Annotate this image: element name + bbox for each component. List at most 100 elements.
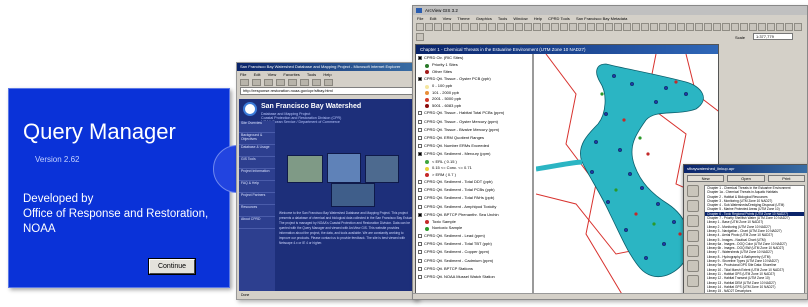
theme-checkbox[interactable] (418, 180, 422, 184)
new-button[interactable]: New (687, 175, 725, 182)
menu-metadata[interactable]: San Francisco Bay Metadata (576, 16, 627, 21)
theme-checkbox[interactable] (418, 152, 422, 157)
toolbar-tool-icon[interactable] (749, 23, 757, 31)
theme-layer[interactable]: CPRD Qtt. BPTCP Stations (416, 265, 532, 273)
menu-view[interactable]: View (443, 16, 452, 21)
theme-layer[interactable]: CPRD Qtt. ERM Quotient Ranges (416, 134, 532, 142)
theme-checkbox[interactable] (418, 144, 422, 149)
scripts-icon[interactable] (687, 245, 699, 257)
stop-icon[interactable] (264, 79, 273, 86)
theme-checkbox[interactable] (418, 56, 422, 60)
theme-checkbox[interactable] (418, 274, 422, 279)
toolbar-tool-icon[interactable] (560, 23, 568, 31)
menu-edit[interactable]: Edit (430, 16, 437, 21)
theme-layer[interactable]: CPRD Qtt. Tissue - Habitat Total PCBs (p… (416, 109, 532, 117)
theme-layer[interactable]: CPRD Qtt. Tissue - Oyster Mercury (ppm) (416, 118, 532, 126)
theme-layer[interactable]: CPRD Qtt. Sediment - Mercury (ppm) (416, 150, 532, 158)
menu-tools[interactable]: Tools (307, 72, 316, 77)
toolbar-tool-icon[interactable] (452, 23, 460, 31)
back-icon[interactable] (240, 79, 249, 86)
menu-favorites[interactable]: Favorites (283, 72, 299, 77)
layouts-icon[interactable] (687, 230, 699, 242)
charts-icon[interactable] (687, 215, 699, 227)
continue-button[interactable]: Continue (148, 258, 196, 275)
theme-layer[interactable]: CPRD Qtt. Sediment - Total PAHs (ppb) (416, 194, 532, 202)
toolbar-tool-icon[interactable] (677, 23, 685, 31)
toolbar-tool-icon[interactable] (470, 23, 478, 31)
toolbar-tool-icon[interactable] (632, 23, 640, 31)
toolbar-tool-icon[interactable] (434, 23, 442, 31)
toolbar-tool-icon[interactable] (767, 23, 775, 31)
search-icon[interactable] (300, 79, 309, 86)
theme-checkbox[interactable] (418, 127, 422, 132)
theme-layer[interactable]: CPRD Qtt. Number ERMs Exceeded (416, 142, 532, 150)
toolbar-tool-icon[interactable] (686, 23, 694, 31)
toolbar-tool-icon[interactable] (722, 23, 730, 31)
toolbar-tool-icon[interactable] (443, 23, 451, 31)
toolbar-tool-icon[interactable] (641, 23, 649, 31)
toolbar-tool-icon[interactable] (758, 23, 766, 31)
theme-checkbox[interactable] (418, 212, 422, 217)
forward-icon[interactable] (252, 79, 261, 86)
theme-checkbox[interactable] (418, 258, 422, 263)
toolbar-tool-icon[interactable] (785, 23, 793, 31)
toolbar-tool-icon[interactable] (731, 23, 739, 31)
toolbar-tool-icon[interactable] (416, 23, 424, 31)
theme-layer[interactable]: CPRD Qtt. Tissue - Bivalve Mercury (ppm) (416, 126, 532, 134)
open-button[interactable]: Open (727, 175, 765, 182)
nav-link[interactable]: Project Information (239, 169, 275, 181)
menu-file[interactable]: File (417, 16, 423, 21)
menu-edit[interactable]: Edit (254, 72, 261, 77)
nav-link[interactable]: GIS Tools (239, 157, 275, 169)
home-icon[interactable] (288, 79, 297, 86)
scale-field[interactable]: 1:377,779 (753, 33, 793, 40)
toolbar-tool-icon[interactable] (461, 23, 469, 31)
toolbar-tool-icon[interactable] (794, 23, 802, 31)
toolbar-tool-icon[interactable] (551, 23, 559, 31)
dialogs-icon[interactable] (687, 260, 699, 272)
menu-tools[interactable]: Tools (498, 16, 507, 21)
theme-layer[interactable]: CPRD Qtt. Sediment - Total PCBs (ppb) (416, 186, 532, 194)
toolbar-tool-icon[interactable] (596, 23, 604, 31)
theme-checkbox[interactable] (418, 204, 422, 209)
menu-file[interactable]: File (240, 72, 246, 77)
toolbar-tool-icon[interactable] (533, 23, 541, 31)
theme-checkbox[interactable] (418, 77, 422, 82)
toolbar-tool-icon[interactable] (650, 23, 658, 31)
theme-layer[interactable]: CPRD Qtt. NOAA Mussel Watch Station (416, 273, 532, 281)
menu-graphics[interactable]: Graphics (476, 16, 492, 21)
layout-icon[interactable] (687, 275, 699, 287)
toolbar-tool-icon[interactable] (542, 23, 550, 31)
theme-checkbox[interactable] (418, 266, 422, 271)
nav-link[interactable]: About CPRD (239, 217, 275, 229)
theme-layer[interactable]: CPRD Qtt. Sediment - Cadmium (ppm) (416, 257, 532, 265)
toolbar-tool-icon[interactable] (695, 23, 703, 31)
theme-checkbox[interactable] (418, 196, 422, 201)
history-icon[interactable] (324, 79, 333, 86)
toolbar-tool-icon[interactable] (587, 23, 595, 31)
theme-checkbox[interactable] (418, 233, 422, 238)
nav-link[interactable]: FAQ & Help (239, 181, 275, 193)
tables-icon[interactable] (687, 200, 699, 212)
toolbar-tool-icon[interactable] (713, 23, 721, 31)
toolbar-tool-icon[interactable] (704, 23, 712, 31)
menu-help[interactable]: Help (323, 72, 331, 77)
theme-layer[interactable]: CPRD Qtt. Sediment - Total TBT (ppb) (416, 240, 532, 248)
theme-layer[interactable]: CPRD Ctr. (RIC Sites) (416, 54, 532, 62)
toolbar-tool-icon[interactable] (416, 32, 424, 41)
toolbar-tool-icon[interactable] (425, 23, 433, 31)
theme-checkbox[interactable] (418, 242, 422, 247)
theme-checkbox[interactable] (418, 119, 422, 124)
toolbar-tool-icon[interactable] (497, 23, 505, 31)
theme-layer[interactable]: CPRD Qtt. Sediment - Copper (ppm) (416, 248, 532, 256)
views-icon[interactable] (687, 185, 699, 197)
nav-link[interactable]: Background & Objectives (239, 133, 275, 145)
toolbar-tool-icon[interactable] (569, 23, 577, 31)
menu-help[interactable]: Help (534, 16, 542, 21)
address-bar[interactable]: http://response.restoration.noaa.gov/cpr… (240, 87, 414, 95)
theme-checkbox[interactable] (418, 135, 422, 140)
toolbar-tool-icon[interactable] (524, 23, 532, 31)
theme-checkbox[interactable] (418, 188, 422, 193)
toolbar-tool-icon[interactable] (623, 23, 631, 31)
toolbar-tool-icon[interactable] (605, 23, 613, 31)
